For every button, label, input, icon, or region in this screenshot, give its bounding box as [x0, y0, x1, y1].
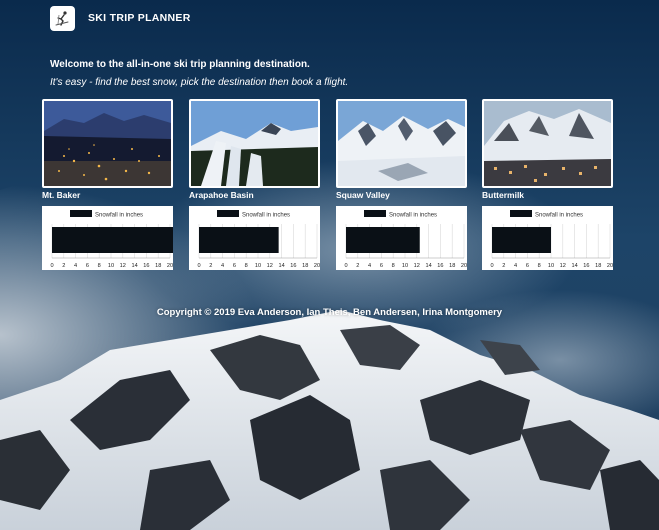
skier-icon: [55, 10, 69, 26]
tick-label: 14: [278, 263, 284, 269]
resort-photo[interactable]: [336, 99, 467, 188]
copyright-text: Copyright © 2019 Eva Anderson, Ian Theis…: [156, 307, 503, 318]
tick-label: 18: [449, 263, 455, 269]
tick-label: 8: [245, 263, 248, 269]
tick-label: 12: [414, 263, 420, 269]
tick-label: 20: [607, 263, 613, 269]
tick-label: 16: [437, 263, 443, 269]
intro-instructions-text: It's easy - find the best snow, pick the…: [50, 77, 349, 88]
tick-label: 0: [50, 263, 53, 269]
resort-card: Squaw Valley Snowfall in inches 0 2 4 6 8 10 12…: [336, 99, 467, 270]
tick-label: 14: [571, 263, 577, 269]
tick-label: 4: [514, 263, 517, 269]
snowfall-chart: Snowfall in inches 0 2 4 6 8 10 12 14 16 18 20: [42, 206, 173, 270]
resort-card: Buttermilk Snowfall in inches 0 2 4 6 8 10 12 14…: [482, 99, 613, 270]
resort-name[interactable]: Mt. Baker: [42, 190, 173, 200]
resort-name[interactable]: Buttermilk: [482, 190, 613, 200]
tick-label: 2: [502, 263, 505, 269]
snowfall-chart-svg: Snowfall in inches 0 2 4 6 8 10 12 14 16 18 20: [344, 210, 467, 269]
tick-label: 8: [392, 263, 395, 269]
resort-name[interactable]: Arapahoe Basin: [189, 190, 320, 200]
resort-photo[interactable]: [42, 99, 173, 188]
resort-photo[interactable]: [482, 99, 613, 188]
logo[interactable]: [50, 5, 75, 31]
tick-label: 12: [560, 263, 566, 269]
tick-label: 18: [302, 263, 308, 269]
tick-label: 0: [197, 263, 200, 269]
tick-label: 14: [131, 263, 137, 269]
tick-label: 10: [548, 263, 554, 269]
tick-label: 18: [155, 263, 161, 269]
tick-label: 4: [221, 263, 224, 269]
intro-welcome-text: Welcome to the all-in-one ski trip plann…: [50, 59, 310, 70]
tick-label: 8: [538, 263, 541, 269]
tick-label: 6: [233, 263, 236, 269]
tick-label: 20: [314, 263, 320, 269]
tick-label: 10: [402, 263, 408, 269]
snowfall-bar: [492, 227, 551, 253]
snowfall-chart-svg: Snowfall in inches 0 2 4 6 8 10 12 14 16 18 20: [490, 210, 613, 269]
tick-label: 14: [425, 263, 431, 269]
tick-label: 20: [461, 263, 467, 269]
legend-label: Snowfall in inches: [535, 213, 583, 219]
tick-label: 12: [120, 263, 126, 269]
tick-label: 16: [583, 263, 589, 269]
site-title[interactable]: SKI TRIP PLANNER: [88, 12, 191, 24]
legend-label: Snowfall in inches: [389, 213, 437, 219]
resort-card: Arapahoe Basin Snowfall in inches 0 2 4 6 8 10…: [189, 99, 320, 270]
legend-swatch: [70, 210, 92, 217]
snowfall-chart: Snowfall in inches 0 2 4 6 8 10 12 14 16 18 20: [336, 206, 467, 270]
snowfall-bar: [346, 227, 420, 253]
snowfall-chart: Snowfall in inches 0 2 4 6 8 10 12 14 16 18 20: [482, 206, 613, 270]
resort-name[interactable]: Squaw Valley: [336, 190, 467, 200]
site-header: SKI TRIP PLANNER: [50, 5, 191, 31]
tick-label: 10: [108, 263, 114, 269]
tick-label: 18: [595, 263, 601, 269]
resort-photo[interactable]: [189, 99, 320, 188]
tick-label: 10: [255, 263, 261, 269]
tick-label: 2: [356, 263, 359, 269]
tick-label: 20: [167, 263, 173, 269]
tick-label: 16: [143, 263, 149, 269]
snowfall-chart-svg: Snowfall in inches 0 2 4 6 8 10 12 14 16 18 20: [197, 210, 320, 269]
tick-label: 6: [86, 263, 89, 269]
tick-label: 0: [490, 263, 493, 269]
tick-label: 6: [526, 263, 529, 269]
intro: Welcome to the all-in-one ski trip plann…: [50, 59, 348, 88]
legend-swatch: [510, 210, 532, 217]
tick-label: 4: [74, 263, 77, 269]
tick-label: 8: [98, 263, 101, 269]
snowfall-chart: Snowfall in inches 0 2 4 6 8 10 12 14 16 18 20: [189, 206, 320, 270]
tick-label: 2: [209, 263, 212, 269]
snowfall-bar: [52, 227, 173, 253]
tick-label: 6: [380, 263, 383, 269]
tick-label: 2: [62, 263, 65, 269]
tick-label: 12: [267, 263, 273, 269]
tick-label: 4: [368, 263, 371, 269]
snowfall-chart-svg: Snowfall in inches 0 2 4 6 8 10 12 14 16 18 20: [50, 210, 173, 269]
legend-label: Snowfall in inches: [242, 213, 290, 219]
legend-label: Snowfall in inches: [95, 213, 143, 219]
tick-label: 0: [344, 263, 347, 269]
tick-label: 16: [290, 263, 296, 269]
resort-card: Mt. Baker Snowfall in inches 0 2 4 6 8 10 12 14 1…: [42, 99, 173, 270]
snowfall-bar: [199, 227, 279, 253]
legend-swatch: [364, 210, 386, 217]
legend-swatch: [217, 210, 239, 217]
